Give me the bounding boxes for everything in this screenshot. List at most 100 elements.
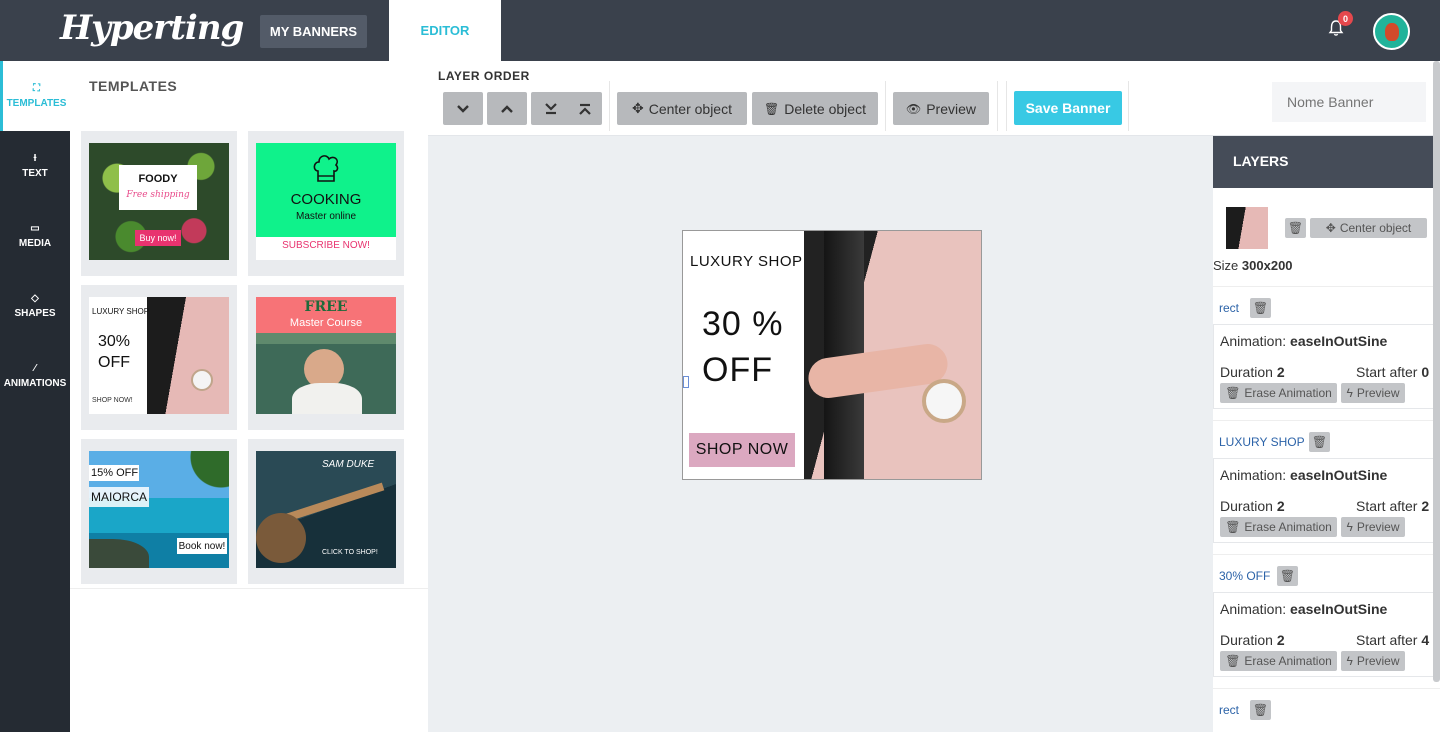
template-thumbnail: 15% OFF MAIORCA Book now!: [89, 451, 229, 568]
layer-name[interactable]: 30% OFF: [1219, 569, 1270, 583]
banner-offer-text[interactable]: 30 % OFF: [702, 301, 797, 393]
sidebar-item-animations[interactable]: ⁄ ANIMATIONS: [0, 341, 70, 411]
template-card-cooking[interactable]: COOKING Master online SUBSCRIBE NOW!: [248, 131, 404, 276]
button-label: Preview: [926, 100, 977, 117]
templates-panel: TEMPLATES FOODY Free shipping Buy now! C…: [70, 61, 428, 732]
layer-name[interactable]: LUXURY SHOP: [1219, 435, 1305, 449]
app-logo[interactable]: Hyperting: [60, 8, 244, 48]
easing-value[interactable]: easeInOutSine: [1290, 601, 1387, 617]
send-to-back-icon: [545, 102, 557, 114]
template-card-maiorca[interactable]: 15% OFF MAIORCA Book now!: [81, 439, 237, 584]
divider: [70, 588, 428, 589]
start-after-value[interactable]: 2: [1421, 498, 1429, 514]
sidebar-item-text[interactable]: Ɨ TEXT: [0, 131, 70, 201]
move-up-button[interactable]: [487, 92, 527, 125]
divider: [997, 81, 998, 131]
template-cta: CLICK TO SHOP!: [322, 549, 378, 556]
animation-label: Animation:: [1220, 467, 1287, 483]
banner-cta-rect[interactable]: SHOP NOW: [689, 433, 795, 467]
layer-name[interactable]: rect: [1219, 703, 1239, 717]
banner-offer-line: 30 %: [702, 305, 784, 343]
image-icon: ▭: [30, 222, 40, 234]
bring-to-front-button[interactable]: [567, 92, 602, 125]
duration-value[interactable]: 2: [1277, 364, 1285, 380]
erase-animation-button[interactable]: 🗑 Erase Animation: [1220, 651, 1337, 671]
template-cta: Book now!: [177, 538, 227, 554]
template-card-luxury[interactable]: LUXURY SHOP 30% OFF SHOP NOW!: [81, 285, 237, 430]
layer-center-object-button[interactable]: ✥ Center object: [1310, 218, 1427, 238]
button-label: Delete object: [784, 100, 866, 117]
start-after-value[interactable]: 4: [1421, 632, 1429, 648]
start-after-label: Start after: [1356, 364, 1418, 380]
send-to-back-button[interactable]: [531, 92, 571, 125]
template-thumbnail: LUXURY SHOP 30% OFF SHOP NOW!: [89, 297, 229, 414]
animation-preview-button[interactable]: ϟ Preview: [1341, 651, 1405, 671]
banner-preview[interactable]: LUXURY SHOP 30 % OFF SHOP NOW: [682, 230, 982, 480]
sidebar-item-label: TEMPLATES: [6, 97, 67, 109]
template-card-foody[interactable]: FOODY Free shipping Buy now!: [81, 131, 237, 276]
erase-animation-button[interactable]: 🗑 Erase Animation: [1220, 383, 1337, 403]
magic-wand-icon: ⁄: [34, 362, 36, 374]
easing-value[interactable]: easeInOutSine: [1290, 467, 1387, 483]
layer-name[interactable]: rect: [1219, 301, 1239, 315]
text-cursor-icon: Ɨ: [33, 152, 37, 164]
template-title: SAM DUKE: [322, 459, 375, 470]
template-title: LUXURY SHOP: [92, 307, 150, 316]
avatar[interactable]: [1373, 13, 1410, 50]
sidebar-item-templates[interactable]: ⛶ TEMPLATES: [0, 61, 70, 131]
templates-title: TEMPLATES: [89, 78, 178, 94]
animation-box: Animation: easeInOutSine Duration 2 Star…: [1213, 324, 1440, 409]
editor-canvas[interactable]: LUXURY SHOP 30 % OFF SHOP NOW: [428, 136, 1213, 732]
duration-value[interactable]: 2: [1277, 498, 1285, 514]
banner-photo[interactable]: [804, 231, 981, 479]
animation-start-after: Start after 0: [1356, 364, 1429, 380]
delete-layer-button[interactable]: 🗑: [1250, 700, 1271, 720]
animation-preview-button[interactable]: ϟ Preview: [1341, 517, 1405, 537]
delete-layer-button[interactable]: 🗑: [1285, 218, 1306, 238]
delete-object-button[interactable]: 🗑 Delete object: [752, 92, 878, 125]
button-label: Erase Animation: [1244, 520, 1332, 534]
save-banner-button[interactable]: Save Banner: [1014, 91, 1122, 125]
delete-layer-button[interactable]: 🗑: [1250, 298, 1271, 318]
template-offer: 30% OFF: [98, 333, 131, 371]
banner-shop-text[interactable]: LUXURY SHOP: [690, 253, 803, 270]
divider: [1006, 81, 1007, 131]
my-banners-button[interactable]: MY BANNERS: [260, 15, 367, 48]
sidebar-item-shapes[interactable]: ◇ SHAPES: [0, 271, 70, 341]
delete-layer-button[interactable]: 🗑: [1309, 432, 1330, 452]
chevron-up-icon: [501, 104, 513, 113]
selection-handle[interactable]: [683, 376, 689, 388]
easing-value[interactable]: easeInOutSine: [1290, 333, 1387, 349]
trash-icon: 🗑: [1287, 221, 1304, 235]
diamond-icon: ◇: [31, 292, 39, 304]
animation-preview-button[interactable]: ϟ Preview: [1341, 383, 1405, 403]
move-down-button[interactable]: [443, 92, 483, 125]
sidebar-item-media[interactable]: ▭ MEDIA: [0, 201, 70, 271]
animation-easing: Animation: easeInOutSine: [1220, 467, 1387, 483]
eye-icon: 👁: [905, 101, 922, 116]
layer-thumbnail[interactable]: [1226, 207, 1268, 249]
template-card-guitar[interactable]: SAM DUKE CLICK TO SHOP!: [248, 439, 404, 584]
start-after-value[interactable]: 0: [1421, 364, 1429, 380]
duration-value[interactable]: 2: [1277, 632, 1285, 648]
banner-name-input[interactable]: [1272, 82, 1426, 122]
trash-icon: 🗑: [1279, 569, 1296, 583]
template-card-free-course[interactable]: FREE Master Course: [248, 285, 404, 430]
animation-start-after: Start after 4: [1356, 632, 1429, 648]
preview-button[interactable]: 👁 Preview: [893, 92, 989, 125]
tab-editor[interactable]: EDITOR: [389, 0, 501, 61]
template-cta: Buy now!: [135, 230, 181, 246]
layer-size: Size 300x200: [1213, 258, 1293, 273]
template-cta: SHOP NOW!: [92, 397, 133, 404]
template-subtitle: Master online: [295, 211, 357, 222]
page-scrollbar[interactable]: [1433, 61, 1440, 682]
delete-layer-button[interactable]: 🗑: [1277, 566, 1298, 586]
watch-graphic: [191, 369, 213, 391]
bring-to-front-icon: [578, 103, 591, 115]
divider: [885, 81, 886, 131]
sidebar-item-label: TEXT: [22, 167, 48, 179]
center-object-button[interactable]: ✥ Center object: [617, 92, 747, 125]
size-label: Size: [1213, 258, 1239, 273]
erase-animation-button[interactable]: 🗑 Erase Animation: [1220, 517, 1337, 537]
template-title: FREE: [304, 299, 348, 315]
